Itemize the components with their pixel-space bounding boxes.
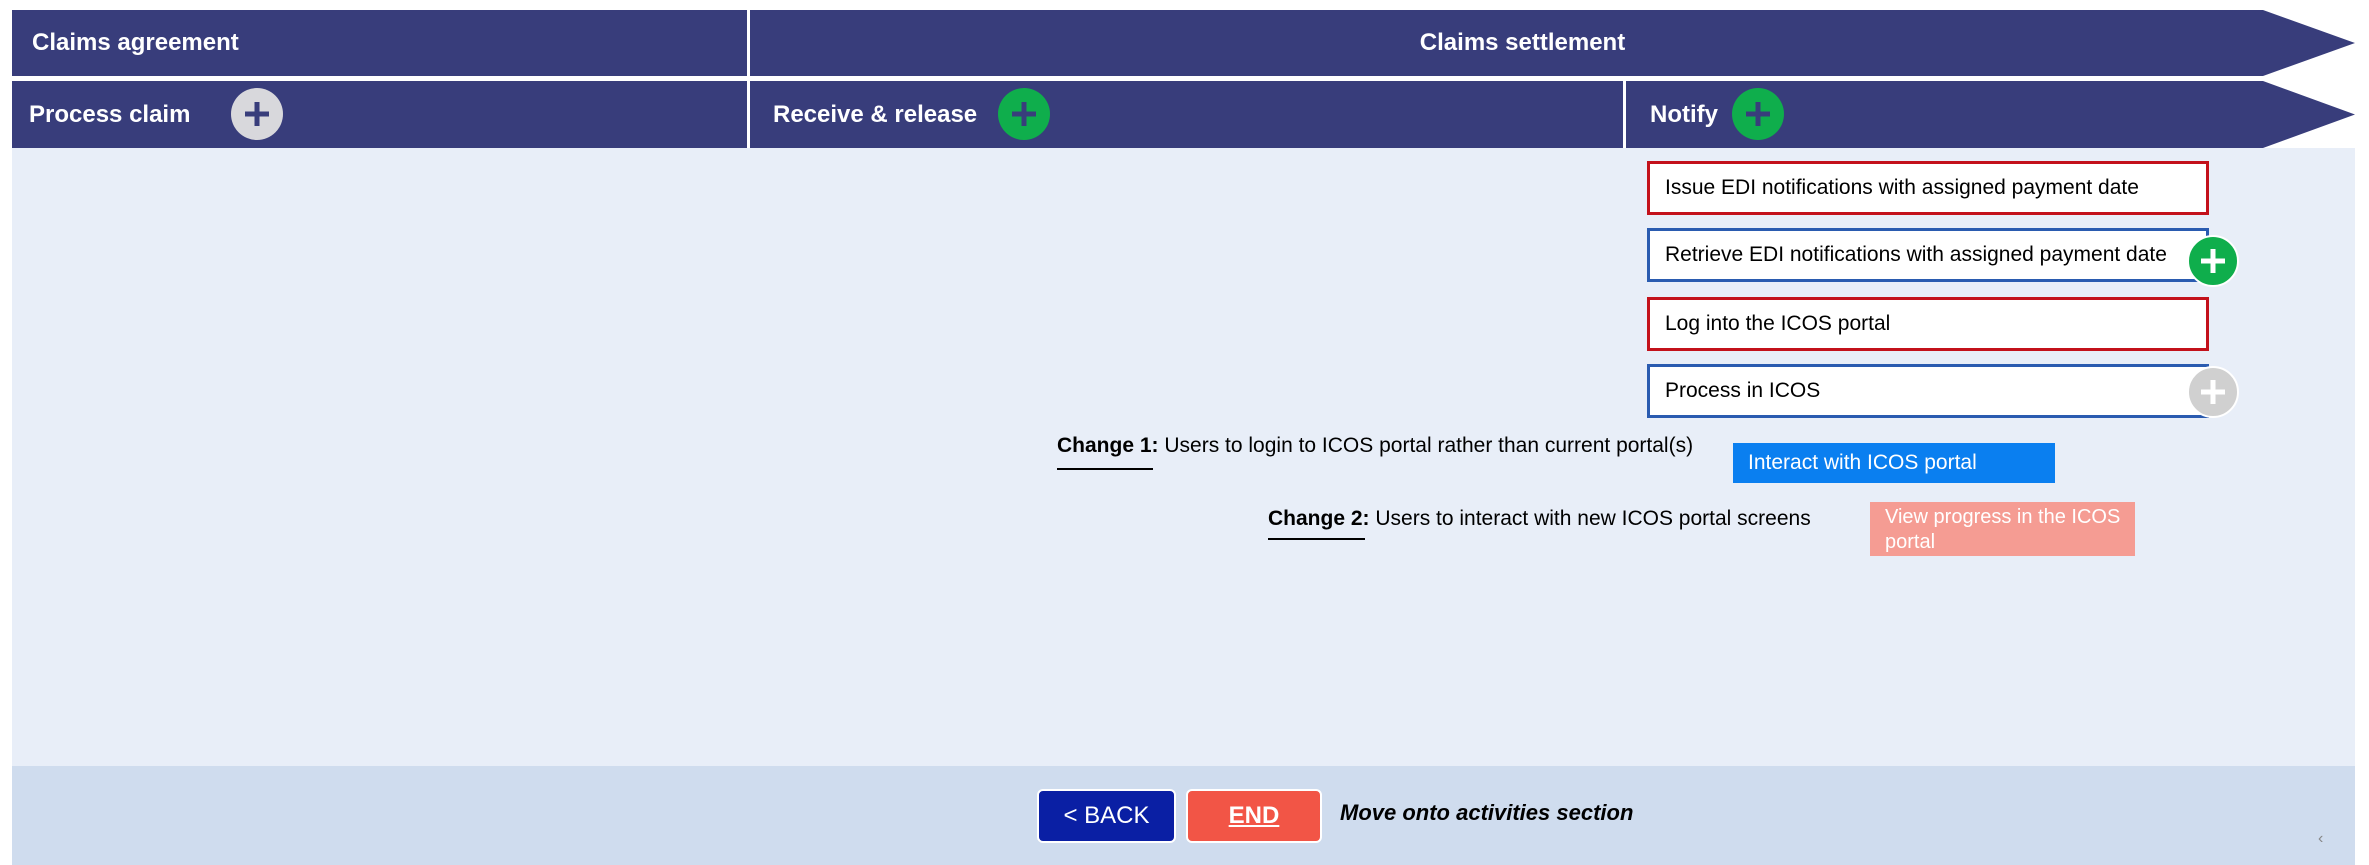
change-1-text: Users to login to ICOS portal rather tha… [1164,434,1694,457]
process-in-icos-plus-icon[interactable] [2187,366,2239,418]
stage-process-claim: Process claim [12,81,747,148]
step-process-in-icos-label: Process in ICOS [1665,379,1821,402]
footer-bar [12,766,2355,865]
claims-settlement-header: Claims settlement [750,10,2355,76]
back-button[interactable]: < BACK [1037,789,1176,843]
retrieve-edi-plus-icon[interactable] [2187,235,2239,287]
move-on-text: Move onto activities section [1340,800,1634,825]
end-button[interactable]: END [1186,789,1322,843]
view-progress-button[interactable]: View progress in the ICOS portal [1870,502,2135,556]
receive-release-plus-icon[interactable] [998,88,1050,140]
stage-receive-release-label: Receive & release [773,100,978,128]
step-issue-edi-label: Issue EDI notifications with assigned pa… [1665,176,2139,199]
step-process-in-icos[interactable]: Process in ICOS [1647,364,2209,418]
corner-glyph-icon: ‹ [2318,830,2324,847]
change-1-note: Change 1: Users to login to ICOS portal … [1057,434,1693,458]
end-button-label: END [1228,802,1280,829]
change-2-text: Users to interact with new ICOS portal s… [1375,507,1811,530]
claims-agreement-header: Claims agreement [12,10,747,76]
claims-agreement-label: Claims agreement [32,29,239,56]
change-1-title: Change 1: [1057,434,1159,457]
view-progress-label: View progress in the ICOS portal [1885,506,2121,553]
change-2-underline [1268,538,1365,540]
step-log-into-icos-label: Log into the ICOS portal [1665,312,1891,335]
step-retrieve-edi-label: Retrieve EDI notifications with assigned… [1665,243,2167,266]
claims-settlement-label: Claims settlement [1419,29,1626,56]
step-retrieve-edi[interactable]: Retrieve EDI notifications with assigned… [1647,228,2209,282]
process-claim-plus-icon[interactable] [231,88,283,140]
stage-notify-label: Notify [1650,100,1718,128]
back-button-label: < BACK [1063,802,1150,829]
interact-icos-label: Interact with ICOS portal [1748,451,1977,474]
change-1-underline [1057,468,1153,470]
interact-icos-button[interactable]: Interact with ICOS portal [1733,443,2055,483]
notify-plus-icon[interactable] [1732,88,1784,140]
stage-process-claim-label: Process claim [29,100,191,128]
stage-receive-release: Receive & release [750,81,1623,148]
step-issue-edi[interactable]: Issue EDI notifications with assigned pa… [1647,161,2209,215]
change-2-title: Change 2: [1268,507,1370,530]
step-log-into-icos[interactable]: Log into the ICOS portal [1647,297,2209,351]
change-2-note: Change 2: Users to interact with new ICO… [1268,507,1811,531]
